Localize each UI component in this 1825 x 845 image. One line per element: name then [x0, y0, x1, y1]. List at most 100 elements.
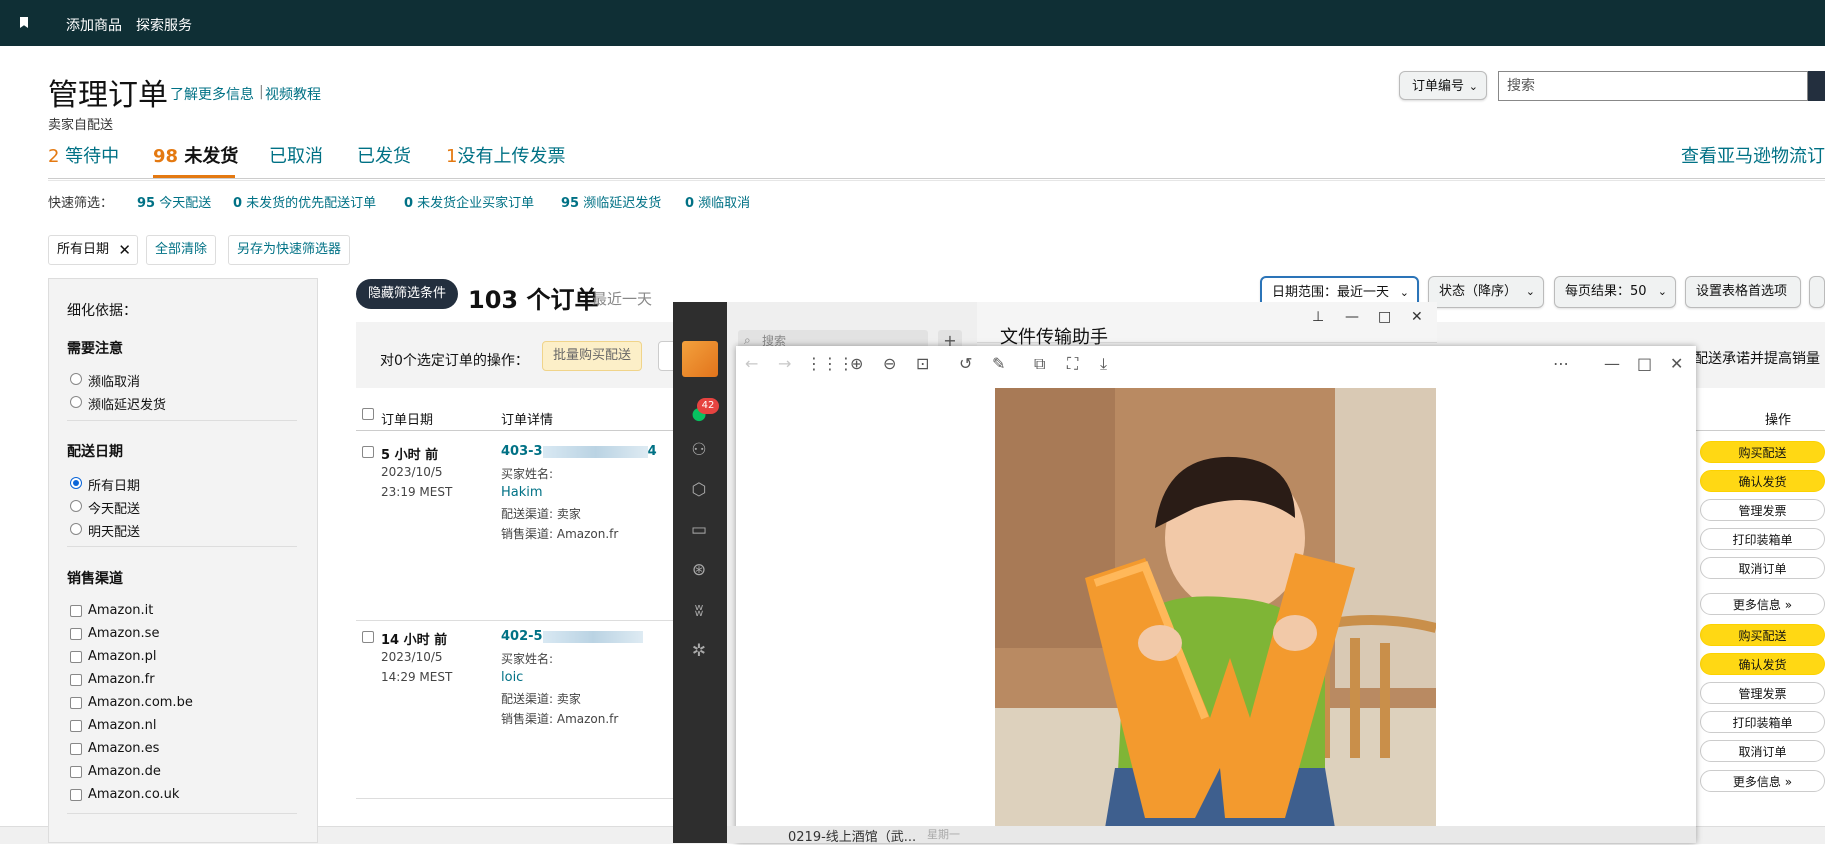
table-preferences-button[interactable]: 设置表格首选项 — [1685, 276, 1801, 308]
checkbox-channel[interactable] — [70, 720, 82, 732]
radio-tomorrow[interactable] — [70, 523, 82, 535]
grid-icon[interactable]: ⋮⋮⋮ — [806, 354, 854, 373]
bulk-buy-shipping-button[interactable]: 批量购买配送 — [542, 341, 642, 371]
translate-icon[interactable]: ⧉ — [1034, 354, 1045, 374]
quick-filter-priority[interactable]: 0 未发货的优先配送订单 — [233, 192, 376, 211]
radio-near-cancel[interactable] — [70, 373, 82, 385]
checkbox-channel[interactable] — [70, 789, 82, 801]
rotate-icon[interactable]: ↺ — [959, 354, 972, 373]
print-packing-slip-button[interactable]: 打印装箱单 — [1700, 528, 1825, 550]
quick-filter-cancel[interactable]: 0 濒临取消 — [685, 192, 750, 211]
actual-size-icon[interactable]: ⊡ — [916, 354, 929, 373]
search-type-select[interactable]: 订单编号 ⌄ — [1399, 71, 1487, 100]
search-button[interactable] — [1808, 71, 1825, 101]
download-icon[interactable]: ⤓ — [1100, 354, 1107, 374]
checkbox-channel[interactable] — [70, 697, 82, 709]
checkbox-channel[interactable] — [70, 605, 82, 617]
more-info-button[interactable]: 更多信息 » — [1700, 593, 1825, 615]
prev-arrow-icon[interactable]: ← — [745, 354, 758, 373]
zoom-in-icon[interactable]: ⊕ — [850, 354, 863, 373]
clear-all-button[interactable]: 全部清除 — [146, 235, 217, 265]
radio-today[interactable] — [70, 500, 82, 512]
minimize-icon[interactable]: — — [1604, 354, 1620, 373]
divider: | — [259, 84, 264, 100]
checkbox-channel[interactable] — [70, 743, 82, 755]
buy-shipping-button[interactable]: 购买配送 — [1700, 624, 1825, 646]
edit-icon[interactable]: ✎ — [992, 354, 1005, 373]
explore-services-link[interactable]: 探索服务 — [136, 15, 192, 35]
tab-pending[interactable]: 2 等待中 — [48, 142, 119, 168]
close-icon[interactable]: ✕ — [1411, 309, 1423, 325]
manage-invoice-button[interactable]: 管理发票 — [1700, 499, 1825, 521]
buyer-name-link[interactable]: loic — [501, 670, 523, 685]
tab-no-invoice[interactable]: 1没有上传发票 — [446, 142, 565, 168]
buyer-name-link[interactable]: Hakim — [501, 485, 543, 500]
checkbox-channel[interactable] — [70, 628, 82, 640]
folder-icon[interactable]: ▭ — [688, 519, 710, 541]
contacts-icon[interactable]: ⚇ — [688, 439, 710, 461]
quick-filter-late-ship[interactable]: 95 濒临延迟发货 — [561, 192, 661, 211]
per-page-dropdown[interactable]: 每页结果：50 ⌄ — [1554, 276, 1676, 308]
cancel-order-button[interactable]: 取消订单 — [1700, 557, 1825, 579]
save-quick-filter-button[interactable]: 另存为快速筛选器 — [228, 235, 351, 265]
avatar[interactable] — [682, 341, 718, 377]
divider — [67, 546, 297, 547]
tab-shipped[interactable]: 已发货 — [357, 142, 411, 168]
maximize-icon[interactable]: □ — [1378, 309, 1391, 325]
redacted-text — [542, 630, 643, 643]
col-order-date[interactable]: 订单日期 — [381, 409, 433, 428]
divider — [67, 813, 297, 814]
order-id-link[interactable]: 402-5 — [501, 629, 643, 644]
radio-near-late[interactable] — [70, 396, 82, 408]
mini-program-icon[interactable]: ✲ — [688, 640, 710, 662]
order-checkbox[interactable] — [362, 631, 374, 643]
add-product-link[interactable]: 添加商品 — [66, 15, 122, 35]
confirm-shipment-button[interactable]: 确认发货 — [1700, 653, 1825, 675]
status-sort-dropdown[interactable]: 状态（降序） ⌄ — [1428, 276, 1544, 308]
more-options-icon[interactable]: ⋯ — [1553, 354, 1569, 373]
manage-invoice-button[interactable]: 管理发票 — [1700, 682, 1825, 704]
view-fba-orders-link[interactable]: 查看亚马逊物流订 — [1681, 142, 1825, 168]
hide-filters-button[interactable]: 隐藏筛选条件 — [356, 279, 458, 309]
search-input[interactable]: 搜索 — [1498, 71, 1808, 101]
option-label: 濒临取消 — [88, 375, 141, 390]
order-checkbox[interactable] — [362, 446, 374, 458]
channels-icon[interactable]: ʬ — [688, 600, 710, 622]
channel-label: Amazon.fr — [88, 672, 155, 687]
sales-channel: 销售渠道: Amazon.fr — [501, 712, 619, 726]
divider — [48, 178, 1825, 179]
scan-icon[interactable]: ⛶ — [1067, 354, 1078, 374]
channel-label: Amazon.co.uk — [88, 787, 180, 802]
quick-filter-today[interactable]: 95 今天配送 — [137, 192, 211, 211]
print-packing-slip-button[interactable]: 打印装箱单 — [1700, 711, 1825, 733]
next-arrow-icon[interactable]: → — [778, 354, 791, 373]
zoom-out-icon[interactable]: ⊖ — [883, 354, 896, 373]
top-nav-bar — [0, 0, 1825, 46]
confirm-shipment-button[interactable]: 确认发货 — [1700, 470, 1825, 492]
checkbox-channel[interactable] — [70, 674, 82, 686]
checkbox-channel[interactable] — [70, 766, 82, 778]
video-tutorial-link[interactable]: 视频教程 — [265, 84, 321, 104]
close-icon[interactable]: ✕ — [1670, 354, 1683, 373]
checkbox-channel[interactable] — [70, 651, 82, 663]
more-info-button[interactable]: 更多信息 » — [1700, 770, 1825, 792]
learn-more-link[interactable]: 了解更多信息 — [170, 84, 254, 104]
close-icon[interactable]: ✕ — [118, 236, 131, 264]
tab-cancelled[interactable]: 已取消 — [269, 142, 323, 168]
select-all-checkbox[interactable] — [362, 408, 374, 420]
moments-icon[interactable]: ⊛ — [688, 559, 710, 581]
cancel-order-button[interactable]: 取消订单 — [1700, 740, 1825, 762]
pin-icon[interactable]: ⊥ — [1312, 309, 1324, 325]
shipping-promise-link[interactable]: 配送承诺并提高销量 — [1694, 348, 1820, 368]
order-id-link[interactable]: 403-3 4 — [501, 444, 657, 459]
more-button[interactable] — [1809, 276, 1825, 308]
radio-all-dates[interactable] — [70, 477, 82, 489]
minimize-icon[interactable]: — — [1345, 309, 1359, 325]
quick-filter-business[interactable]: 0 未发货企业买家订单 — [404, 192, 534, 211]
tab-unshipped[interactable]: 98 未发货 — [153, 142, 238, 168]
maximize-icon[interactable]: □ — [1637, 354, 1652, 373]
chevron-down-icon: ⌄ — [1468, 80, 1478, 93]
buy-shipping-button[interactable]: 购买配送 — [1700, 441, 1825, 463]
all-dates-chip[interactable]: 所有日期 ✕ — [48, 235, 138, 265]
box-icon[interactable]: ⬡ — [688, 479, 710, 501]
